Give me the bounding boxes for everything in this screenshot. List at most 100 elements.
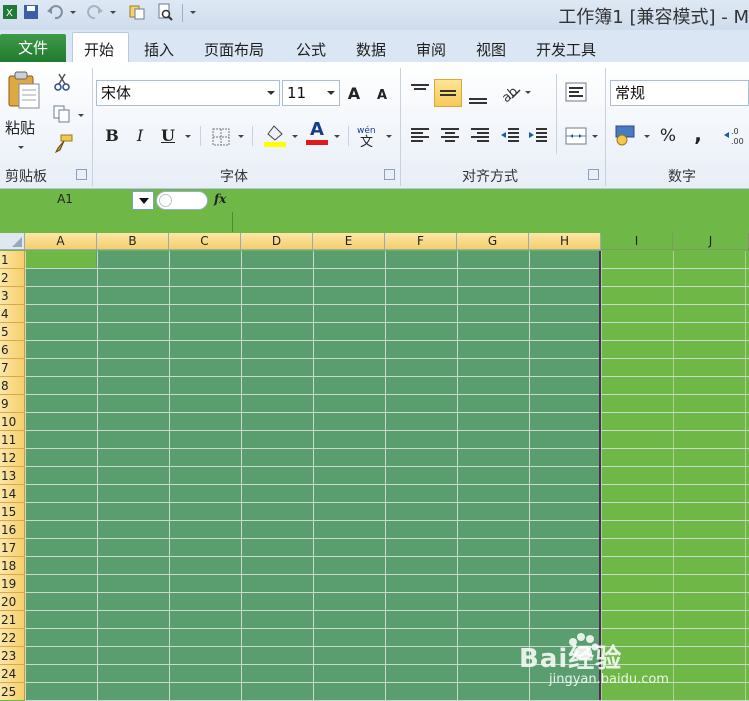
- phonetic-icon[interactable]: wén文: [356, 122, 382, 148]
- copy-dropdown-icon[interactable]: [78, 114, 84, 117]
- grow-font-button[interactable]: A: [342, 82, 366, 106]
- tab-data[interactable]: 数据: [356, 39, 386, 60]
- border-icon[interactable]: [210, 126, 232, 148]
- row-header[interactable]: 20: [0, 593, 25, 611]
- row-header[interactable]: 9: [0, 395, 25, 413]
- bold-button[interactable]: B: [100, 124, 124, 148]
- paste-button[interactable]: 粘贴: [5, 117, 35, 138]
- underline-dropdown-icon[interactable]: [185, 135, 191, 138]
- copy-format-icon[interactable]: [128, 3, 146, 21]
- align-right-icon[interactable]: [468, 124, 492, 148]
- accounting-dropdown-icon[interactable]: [644, 135, 650, 138]
- clipboard-launcher-icon[interactable]: [76, 169, 87, 180]
- row-header[interactable]: 5: [0, 323, 25, 341]
- orientation-dropdown-icon[interactable]: [525, 91, 531, 94]
- align-top-icon[interactable]: [408, 80, 432, 104]
- alignment-launcher-icon[interactable]: [588, 169, 599, 180]
- expand-circle-icon[interactable]: [159, 194, 172, 207]
- merge-center-icon[interactable]: [564, 124, 588, 148]
- row-header[interactable]: 17: [0, 539, 25, 557]
- italic-button[interactable]: I: [128, 124, 152, 148]
- column-header-j[interactable]: J: [673, 233, 749, 250]
- tab-file[interactable]: 文件: [0, 34, 66, 62]
- tab-formulas[interactable]: 公式: [296, 39, 326, 60]
- selected-range[interactable]: [25, 251, 600, 700]
- accounting-format-icon[interactable]: [614, 122, 642, 148]
- undo-icon[interactable]: [46, 3, 64, 21]
- row-header[interactable]: 1: [0, 251, 25, 269]
- font-color-dropdown-icon[interactable]: [334, 135, 340, 138]
- row-header[interactable]: 15: [0, 503, 25, 521]
- border-dropdown-icon[interactable]: [238, 135, 244, 138]
- wrap-text-icon[interactable]: [564, 80, 588, 104]
- column-header-d[interactable]: D: [241, 233, 313, 250]
- fill-color-icon[interactable]: [262, 122, 288, 148]
- column-header-c[interactable]: C: [169, 233, 241, 250]
- increase-decimal-icon[interactable]: .0.00: [722, 124, 749, 148]
- row-header[interactable]: 4: [0, 305, 25, 323]
- row-header[interactable]: 19: [0, 575, 25, 593]
- name-box-dropdown[interactable]: [132, 191, 154, 210]
- row-header[interactable]: 13: [0, 467, 25, 485]
- decrease-indent-icon[interactable]: [498, 124, 522, 148]
- phonetic-dropdown-icon[interactable]: [386, 135, 392, 138]
- column-header-i[interactable]: I: [601, 233, 673, 250]
- column-header-g[interactable]: G: [457, 233, 529, 250]
- column-header-b[interactable]: B: [97, 233, 169, 250]
- column-header-e[interactable]: E: [313, 233, 385, 250]
- paste-dropdown-icon[interactable]: [18, 146, 24, 149]
- tab-developer[interactable]: 开发工具: [536, 39, 596, 60]
- align-left-icon[interactable]: [408, 124, 432, 148]
- tab-insert[interactable]: 插入: [144, 39, 174, 60]
- tab-view[interactable]: 视图: [476, 39, 506, 60]
- column-header-a[interactable]: A: [25, 233, 97, 250]
- font-color-button[interactable]: A: [304, 120, 330, 146]
- fill-color-dropdown-icon[interactable]: [292, 135, 298, 138]
- tab-home[interactable]: 开始: [84, 39, 114, 60]
- row-header[interactable]: 14: [0, 485, 25, 503]
- tab-page-layout[interactable]: 页面布局: [204, 39, 264, 60]
- number-format-select[interactable]: 常规: [610, 80, 749, 106]
- column-header-f[interactable]: F: [385, 233, 457, 250]
- tab-review[interactable]: 审阅: [416, 39, 446, 60]
- row-header[interactable]: 11: [0, 431, 25, 449]
- align-center-icon[interactable]: [438, 124, 462, 148]
- row-header[interactable]: 18: [0, 557, 25, 575]
- cut-icon[interactable]: [52, 72, 72, 92]
- align-bottom-icon[interactable]: [466, 84, 490, 108]
- align-middle-button[interactable]: [434, 79, 462, 107]
- name-box[interactable]: A1: [0, 191, 152, 210]
- orientation-icon[interactable]: ab: [498, 80, 522, 104]
- undo-dropdown-icon[interactable]: [70, 11, 76, 14]
- increase-indent-icon[interactable]: [526, 124, 550, 148]
- row-header[interactable]: 25: [0, 683, 25, 700]
- shrink-font-button[interactable]: A: [370, 84, 394, 108]
- row-header[interactable]: 16: [0, 521, 25, 539]
- active-cell-a1[interactable]: [25, 251, 96, 268]
- row-header[interactable]: 22: [0, 629, 25, 647]
- percent-button[interactable]: %: [656, 124, 680, 148]
- font-name-select[interactable]: 宋体: [96, 80, 280, 106]
- font-launcher-icon[interactable]: [384, 169, 395, 180]
- row-header[interactable]: 23: [0, 647, 25, 665]
- formula-input[interactable]: [232, 191, 749, 210]
- column-header-h[interactable]: H: [529, 233, 601, 250]
- redo-icon[interactable]: [86, 3, 104, 21]
- row-header[interactable]: 24: [0, 665, 25, 683]
- print-preview-icon[interactable]: [156, 3, 174, 21]
- font-size-select[interactable]: 11: [282, 80, 340, 106]
- merge-dropdown-icon[interactable]: [592, 135, 598, 138]
- format-painter-icon[interactable]: [52, 134, 74, 154]
- row-header[interactable]: 10: [0, 413, 25, 431]
- row-header[interactable]: 21: [0, 611, 25, 629]
- comma-button[interactable]: ,: [686, 122, 710, 146]
- select-all-button[interactable]: [0, 233, 25, 250]
- row-header[interactable]: 12: [0, 449, 25, 467]
- row-header[interactable]: 7: [0, 359, 25, 377]
- redo-dropdown-icon[interactable]: [110, 11, 116, 14]
- underline-button[interactable]: U: [156, 124, 180, 148]
- row-header[interactable]: 2: [0, 269, 25, 287]
- row-header[interactable]: 3: [0, 287, 25, 305]
- save-icon[interactable]: [22, 3, 40, 21]
- row-header[interactable]: 8: [0, 377, 25, 395]
